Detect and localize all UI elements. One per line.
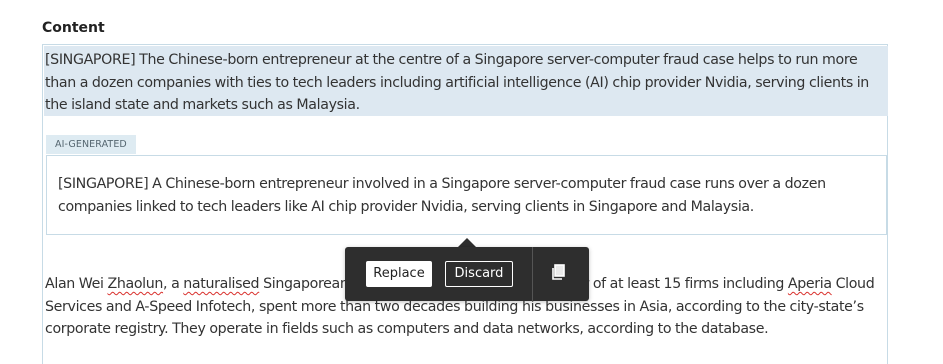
ai-suggestion-toolbar: Replace Discard [345,247,589,301]
spellcheck-word: naturalised [183,276,260,292]
text-run: , a [163,276,184,292]
content-editor[interactable]: [SINGAPORE] The Chinese-born entrepreneu… [42,44,888,364]
ai-suggestion-box: [SINGAPORE] A Chinese-born entrepreneur … [46,155,887,235]
original-paragraph[interactable]: [SINGAPORE] The Chinese-born entrepreneu… [45,49,887,117]
replace-button[interactable]: Replace [366,261,432,287]
discard-button[interactable]: Discard [445,261,513,287]
ai-generated-badge: AI-GENERATED [46,135,136,154]
toolbar-divider [532,247,533,301]
spellcheck-word: Zhaolun [107,276,164,292]
spellcheck-word: Aperia [787,276,832,292]
ai-suggestion-text: [SINGAPORE] A Chinese-born entrepreneur … [58,176,826,215]
copy-icon[interactable] [550,263,568,281]
content-field-label: Content [42,20,105,36]
toolbar-pointer [458,238,476,247]
text-run: Alan Wei [45,276,108,292]
